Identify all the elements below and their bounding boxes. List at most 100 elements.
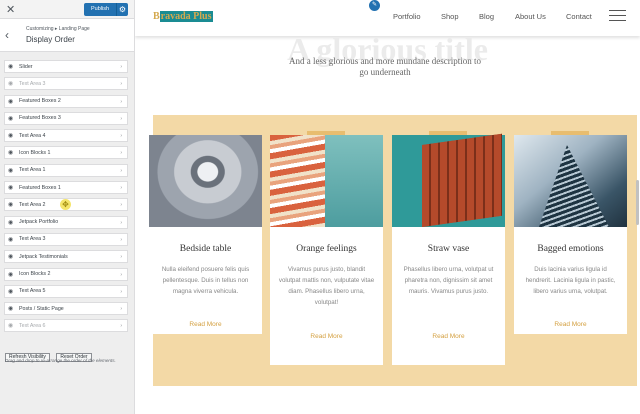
card-description: Nulla eleifend posuere felis quis pellen… [161,266,250,295]
card-image[interactable] [514,135,627,227]
nav-shop[interactable]: Shop [441,12,459,21]
eye-hidden-icon[interactable]: ◉ [8,80,13,88]
display-order-item[interactable]: ◉ Featured Boxes 3 › [4,111,128,125]
read-more-link[interactable]: Read More [270,333,383,340]
chevron-right-icon[interactable]: › [120,132,122,140]
publish-button[interactable]: Publish [84,3,116,16]
chevron-right-icon[interactable]: › [120,288,122,296]
eye-icon[interactable]: ◉ [8,98,13,106]
card-title[interactable]: Orange feelings [270,244,383,254]
chevron-right-icon[interactable]: › [120,184,122,192]
panel-title: Display Order [26,35,75,44]
chevron-right-icon[interactable]: › [120,115,122,123]
display-order-item-label: Icon Blocks 2 [19,271,51,278]
display-order-item-label: Jetpack Testimonials [19,253,68,260]
nav-blog[interactable]: Blog [479,12,494,21]
eye-icon[interactable]: ◉ [8,305,13,313]
eye-icon[interactable]: ◉ [8,219,13,227]
display-order-item-label: Text Area 3 [19,236,46,243]
eye-icon[interactable]: ◉ [8,167,13,175]
back-chevron-icon[interactable]: ‹ [5,28,9,42]
display-order-item-label: Featured Boxes 2 [19,98,61,105]
display-order-item[interactable]: ◉ Text Area 1 › [4,163,128,177]
display-order-item[interactable]: ◉ Text Area 2 › ✥ [4,198,128,212]
eye-icon[interactable]: ◉ [8,236,13,244]
display-order-item-label: Text Area 2 [19,201,46,208]
eye-icon[interactable]: ◉ [8,184,13,192]
chevron-right-icon[interactable]: › [120,322,122,330]
chevron-right-icon[interactable]: › [120,253,122,261]
card-image[interactable] [392,133,505,227]
eye-icon[interactable]: ◉ [8,253,13,261]
read-more-link[interactable]: Read More [392,333,505,340]
eye-icon[interactable]: ◉ [8,201,13,209]
chevron-right-icon[interactable]: › [120,149,122,157]
display-order-item-label: Text Area 6 [19,322,46,329]
hamburger-menu-icon[interactable] [609,10,626,25]
display-order-item[interactable]: ◉ Jetpack Testimonials › [4,250,128,264]
card-title[interactable]: Bagged emotions [514,244,627,254]
display-order-item[interactable]: ◉ Slider › [4,60,128,73]
portfolio-card: Bagged emotions Duis lacinia varius ligu… [514,131,627,334]
display-order-item-label: Text Area 4 [19,132,46,139]
chevron-right-icon[interactable]: › [120,167,122,175]
chevron-right-icon[interactable]: › [120,201,122,209]
card-image-sky [325,135,383,227]
eye-icon[interactable]: ◉ [8,115,13,123]
display-order-item-label: Posts / Static Page [19,305,64,312]
card-image[interactable] [149,135,262,227]
display-order-item[interactable]: ◉ Featured Boxes 2 › [4,94,128,108]
site-logo[interactable]: Bravada Plus [152,10,214,23]
eye-hidden-icon[interactable]: ◉ [8,322,13,330]
preview-scrollbar[interactable] [636,180,639,225]
chevron-right-icon[interactable]: › [120,305,122,313]
gear-icon[interactable]: ⚙ [116,3,128,16]
read-more-link[interactable]: Read More [514,321,627,328]
display-order-item[interactable]: ◉ Text Area 6 › [4,319,128,333]
close-icon[interactable]: ✕ [6,3,15,16]
eye-icon[interactable]: ◉ [8,271,13,279]
site-preview: Bravada Plus ✎ Portfolio Shop Blog About… [135,0,640,414]
chevron-right-icon[interactable]: › [120,98,122,106]
display-order-item[interactable]: ◉ Text Area 4 › [4,129,128,143]
edit-pencil-icon[interactable]: ✎ [369,0,380,11]
display-order-item[interactable]: ◉ Posts / Static Page › [4,302,128,316]
eye-icon[interactable]: ◉ [8,132,13,140]
card-title[interactable]: Straw vase [392,244,505,254]
display-order-item-label: Icon Blocks 1 [19,149,51,156]
eye-icon[interactable]: ◉ [8,288,13,296]
display-order-item[interactable]: ◉ Text Area 3 › [4,77,128,91]
drag-cursor-icon: ✥ [60,199,71,211]
portfolio-card: Orange feelings Vivamus purus justo, bla… [270,131,383,365]
nav-portfolio[interactable]: Portfolio [393,12,421,21]
chevron-right-icon[interactable]: › [120,63,122,71]
chevron-right-icon[interactable]: › [120,236,122,244]
display-order-item[interactable]: ◉ Text Area 5 › [4,284,128,298]
display-order-item[interactable]: ◉ Featured Boxes 1 › [4,181,128,195]
eye-icon[interactable]: ◉ [8,63,13,71]
card-description: Duis lacinia varius ligula id hendrerit.… [525,266,616,295]
eye-icon[interactable]: ◉ [8,149,13,157]
display-order-item-label: Jetpack Portfolio [19,219,59,226]
chevron-right-icon[interactable]: › [120,271,122,279]
display-order-item[interactable]: ◉ Icon Blocks 1 › [4,146,128,160]
card-description: Phasellus libero urna, volutpat ut phare… [403,266,494,295]
card-image-building [422,133,502,227]
nav-contact[interactable]: Contact [566,12,592,21]
chevron-right-icon[interactable]: › [120,80,122,88]
customizer-sidebar: ✕ Publish ⚙ ‹ Customizing ▸ Landing Page… [0,0,135,414]
display-order-item-label: Featured Boxes 3 [19,115,61,122]
card-image-building [539,145,609,227]
display-order-item-label: Slider [19,63,33,70]
portfolio-card: Straw vase Phasellus libero urna, volutp… [392,131,505,365]
chevron-right-icon[interactable]: › [120,219,122,227]
card-title[interactable]: Bedside table [149,244,262,254]
read-more-link[interactable]: Read More [149,321,262,328]
display-order-item[interactable]: ◉ Text Area 3 › [4,232,128,246]
display-order-item[interactable]: ◉ Jetpack Portfolio › [4,215,128,229]
display-order-item[interactable]: ◉ Icon Blocks 2 › [4,267,128,281]
display-order-list: ◉ Slider › ◉ Text Area 3 › ◉ Featured Boxes 2 › ◉… [4,60,128,337]
nav-about-us[interactable]: About Us [515,12,546,21]
card-image[interactable] [270,135,383,227]
breadcrumb: Customizing ▸ Landing Page [26,26,90,32]
